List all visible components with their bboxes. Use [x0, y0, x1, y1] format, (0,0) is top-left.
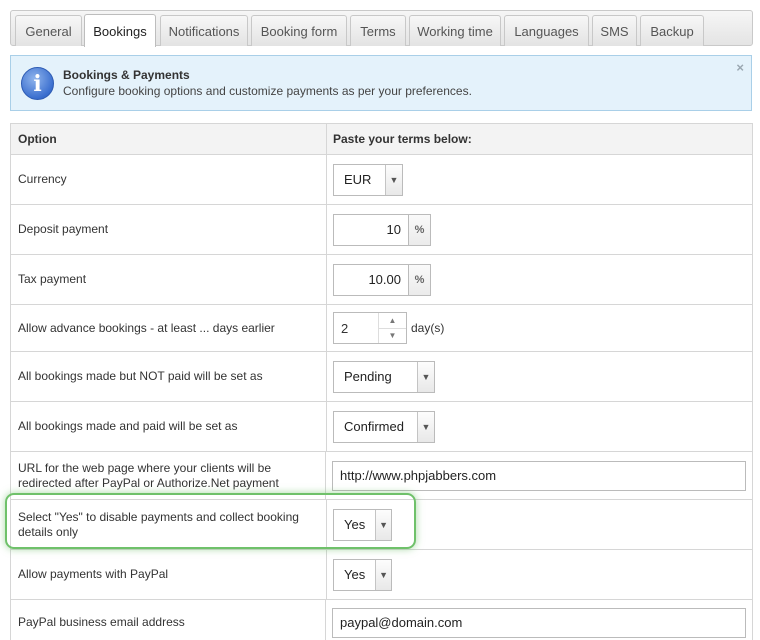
spin-down-icon[interactable]: ▼: [379, 329, 406, 344]
deposit-percent-addon: %: [409, 213, 431, 246]
tab-booking-form[interactable]: Booking form: [251, 15, 347, 46]
currency-value: EUR: [344, 172, 372, 187]
not-paid-status-select[interactable]: Pending ▼: [333, 360, 435, 393]
not-paid-status-value: Pending: [344, 369, 392, 384]
tab-backup[interactable]: Backup: [640, 15, 704, 46]
table-row: Select "Yes" to disable payments and col…: [10, 500, 753, 550]
tab-terms[interactable]: Terms: [350, 15, 406, 46]
chevron-down-icon: ▼: [375, 509, 391, 540]
tab-bar: General Bookings Notifications Booking f…: [10, 10, 753, 47]
table-row: Allow advance bookings - at least ... da…: [10, 305, 753, 352]
disable-payments-select[interactable]: Yes ▼: [333, 508, 392, 541]
table-row: All bookings made and paid will be set a…: [10, 402, 753, 452]
chevron-down-icon: ▼: [417, 411, 434, 442]
advance-days-unit: day(s): [411, 321, 445, 335]
header-value: Paste your terms below:: [333, 132, 472, 146]
table-header: Option Paste your terms below:: [10, 124, 753, 155]
disable-payments-label: Select "Yes" to disable payments and col…: [11, 500, 327, 549]
table-row: Deposit payment 10 %: [10, 205, 753, 255]
tax-label: Tax payment: [11, 255, 327, 304]
info-text: Configure booking options and customize …: [63, 84, 472, 98]
currency-select[interactable]: EUR ▼: [333, 163, 403, 196]
info-icon: i: [21, 67, 54, 100]
table-row: All bookings made but NOT paid will be s…: [10, 352, 753, 402]
options-table: Option Paste your terms below: Currency …: [10, 123, 753, 640]
table-row: URL for the web page where your clients …: [10, 452, 753, 500]
table-row: Tax payment 10.00 %: [10, 255, 753, 305]
deposit-input[interactable]: 10: [333, 213, 409, 246]
paid-status-value: Confirmed: [344, 419, 404, 434]
spin-up-icon[interactable]: ▲: [379, 313, 406, 329]
chevron-down-icon: ▼: [417, 361, 434, 392]
redirect-url-input[interactable]: http://www.phpjabbers.com: [332, 460, 746, 491]
paypal-email-label: PayPal business email address: [11, 600, 326, 640]
currency-label: Currency: [11, 155, 327, 204]
tax-percent-addon: %: [409, 263, 431, 296]
paid-status-select[interactable]: Confirmed ▼: [333, 410, 435, 443]
advance-days-stepper[interactable]: 2 ▲ ▼: [333, 312, 407, 344]
tab-languages[interactable]: Languages: [504, 15, 589, 46]
table-row: PayPal business email address paypal@dom…: [10, 600, 753, 640]
chevron-down-icon: ▼: [375, 559, 391, 590]
redirect-url-label: URL for the web page where your clients …: [11, 452, 326, 499]
tab-working-time[interactable]: Working time: [409, 15, 501, 46]
paypal-value: Yes: [344, 567, 366, 582]
tab-notifications[interactable]: Notifications: [160, 15, 248, 46]
header-option: Option: [11, 124, 327, 154]
tax-input[interactable]: 10.00: [333, 263, 409, 296]
paid-label: All bookings made and paid will be set a…: [11, 402, 327, 451]
paypal-email-input[interactable]: paypal@domain.com: [332, 607, 746, 638]
tab-sms[interactable]: SMS: [592, 15, 637, 46]
chevron-down-icon: ▼: [385, 164, 402, 195]
advance-label: Allow advance bookings - at least ... da…: [11, 305, 327, 351]
not-paid-label: All bookings made but NOT paid will be s…: [11, 352, 327, 401]
advance-days-value: 2: [341, 320, 349, 336]
table-row: Currency EUR ▼: [10, 155, 753, 205]
paypal-label: Allow payments with PayPal: [11, 550, 327, 599]
close-icon[interactable]: ×: [736, 60, 744, 75]
tab-general[interactable]: General: [15, 15, 82, 46]
tab-bookings[interactable]: Bookings: [84, 14, 156, 47]
deposit-label: Deposit payment: [11, 205, 327, 254]
info-title: Bookings & Payments: [63, 68, 190, 82]
paypal-select[interactable]: Yes ▼: [333, 558, 392, 591]
table-row: Allow payments with PayPal Yes ▼: [10, 550, 753, 600]
disable-payments-value: Yes: [344, 517, 366, 532]
info-box: i Bookings & Payments Configure booking …: [10, 55, 752, 111]
